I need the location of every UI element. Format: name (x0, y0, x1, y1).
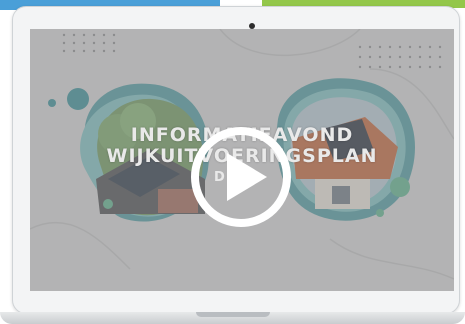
play-button[interactable] (189, 125, 293, 229)
laptop-base-notch (196, 312, 270, 317)
video-player[interactable]: INFORMATIEAVOND WIJKUITVOERINGSPLAN D (30, 29, 454, 291)
play-icon (191, 127, 291, 227)
